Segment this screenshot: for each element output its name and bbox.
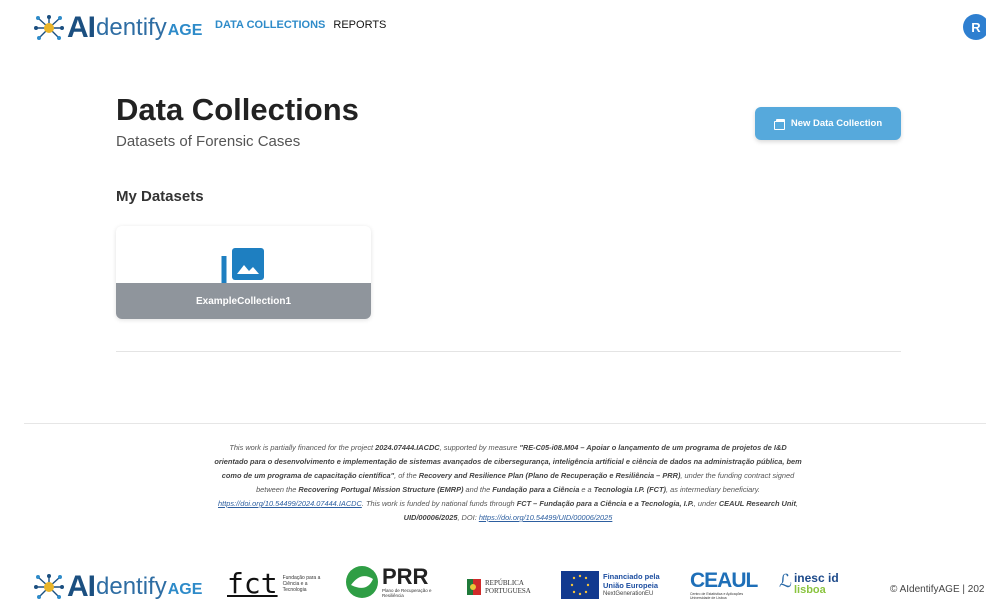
brand-dentify-text: dentify <box>96 14 167 41</box>
nav-data-collections[interactable]: DATA COLLECTIONS <box>215 19 325 31</box>
fct-logo: fct Fundação para a Ciência e a Tecnolog… <box>227 567 321 600</box>
brand-age-text: AGE <box>167 22 203 39</box>
new-data-collection-button[interactable]: New Data Collection <box>755 107 901 140</box>
page-title: Data Collections <box>116 92 359 127</box>
funding-statement: This work is partially financed for the … <box>214 443 802 522</box>
my-datasets-heading: My Datasets <box>116 188 204 205</box>
footer-brand-logo: AI dentify AGE <box>34 569 202 605</box>
unit-doi-link[interactable]: https://doi.org/10.54499/UID/00006/2025 <box>479 513 613 522</box>
nav-reports[interactable]: REPORTS <box>333 19 386 31</box>
brand-logo[interactable]: AI dentify AGE <box>34 10 202 46</box>
content-divider <box>116 351 901 352</box>
prr-mark-icon <box>346 566 378 598</box>
brand-ai-text: AI <box>67 11 96 44</box>
prr-logo: PRR Plano de Recuperação e Resiliência <box>345 565 438 599</box>
inesc-id-logo: ℒ inesc id lisboa <box>779 571 839 596</box>
eu-funding-logo: Financiado pela União Europeia NextGener… <box>561 571 660 599</box>
new-data-collection-label: New Data Collection <box>790 118 883 129</box>
dataset-name: ExampleCollection1 <box>195 295 292 307</box>
inesc-swirl-icon: ℒ <box>779 571 792 591</box>
portugal-flag-icon <box>467 579 481 595</box>
republica-portuguesa-logo: REPÚBLICA PORTUGUESA <box>467 579 531 595</box>
eu-flag-icon <box>561 571 599 599</box>
top-navigation-bar: AI dentify AGE DATA COLLECTIONS REPORTS … <box>0 0 986 52</box>
collection-add-icon <box>773 119 785 130</box>
user-avatar[interactable]: R <box>963 14 986 40</box>
brand-mark-icon <box>34 15 64 40</box>
dataset-card-footer: ExampleCollection1 <box>116 283 371 319</box>
brand-mark-icon <box>34 574 64 599</box>
page-subtitle: Datasets of Forensic Cases <box>116 133 301 150</box>
copyright-text: © AIdentifyAGE | 202 <box>890 584 985 595</box>
footer-divider <box>24 423 986 424</box>
partner-logos: AI dentify AGE fct Fundação para a Ciênc… <box>0 565 986 611</box>
dataset-card[interactable]: ExampleCollection1 <box>116 226 371 319</box>
funding-doi-link[interactable]: https://doi.org/10.54499/2024.07444.IACD… <box>218 499 362 508</box>
main-nav: DATA COLLECTIONS REPORTS <box>215 19 386 31</box>
ceaul-logo: CEAUL Centro de Estatística e Aplicações… <box>690 569 758 601</box>
